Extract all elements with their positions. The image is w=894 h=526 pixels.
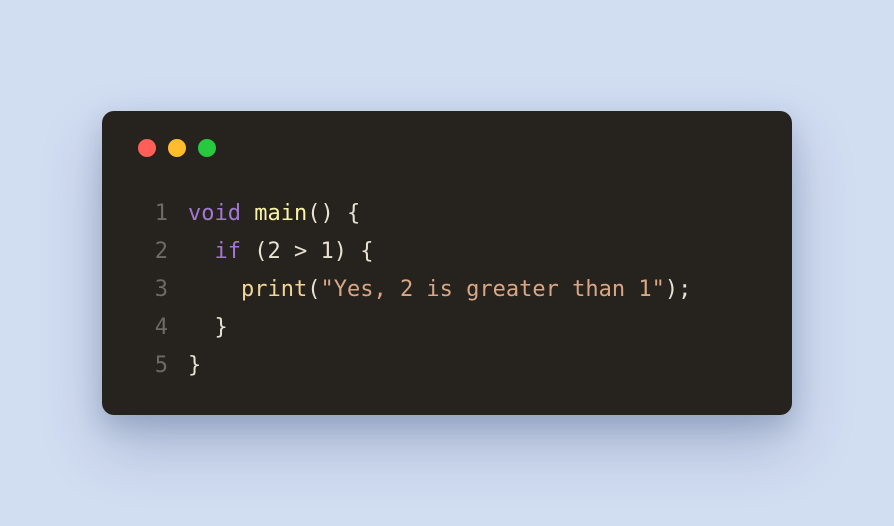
code-token [188,277,241,302]
line-number: 2 [134,233,168,271]
code-token: "Yes, 2 is greater than 1" [320,277,664,302]
code-line: 2 if (2 > 1) { [134,233,760,271]
code-token: void [188,201,241,226]
line-number: 1 [134,195,168,233]
code-token: print [241,277,307,302]
minimize-icon[interactable] [168,139,186,157]
line-number: 5 [134,347,168,385]
code-token: ( [307,277,320,302]
line-content: void main() { [188,195,360,233]
traffic-lights [138,139,760,157]
code-token: 2 [268,239,281,264]
code-token [241,201,254,226]
code-token: () { [307,201,360,226]
line-content: } [188,347,201,385]
code-block: 1void main() {2 if (2 > 1) {3 print("Yes… [134,195,760,384]
code-token: ) { [334,239,374,264]
maximize-icon[interactable] [198,139,216,157]
code-token: ); [665,277,692,302]
line-number: 4 [134,309,168,347]
code-window: 1void main() {2 if (2 > 1) {3 print("Yes… [102,111,792,414]
code-line: 3 print("Yes, 2 is greater than 1"); [134,271,760,309]
code-token: } [188,315,228,340]
code-line: 4 } [134,309,760,347]
line-number: 3 [134,271,168,309]
line-content: print("Yes, 2 is greater than 1"); [188,271,691,309]
close-icon[interactable] [138,139,156,157]
code-token: } [188,353,201,378]
code-token: > [281,239,321,264]
code-token [188,239,215,264]
code-token: if [215,239,242,264]
line-content: } [188,309,228,347]
line-content: if (2 > 1) { [188,233,374,271]
code-token: main [254,201,307,226]
code-line: 5} [134,347,760,385]
code-token: ( [241,239,268,264]
code-line: 1 void main() { [134,195,760,233]
code-token: 1 [321,239,334,264]
